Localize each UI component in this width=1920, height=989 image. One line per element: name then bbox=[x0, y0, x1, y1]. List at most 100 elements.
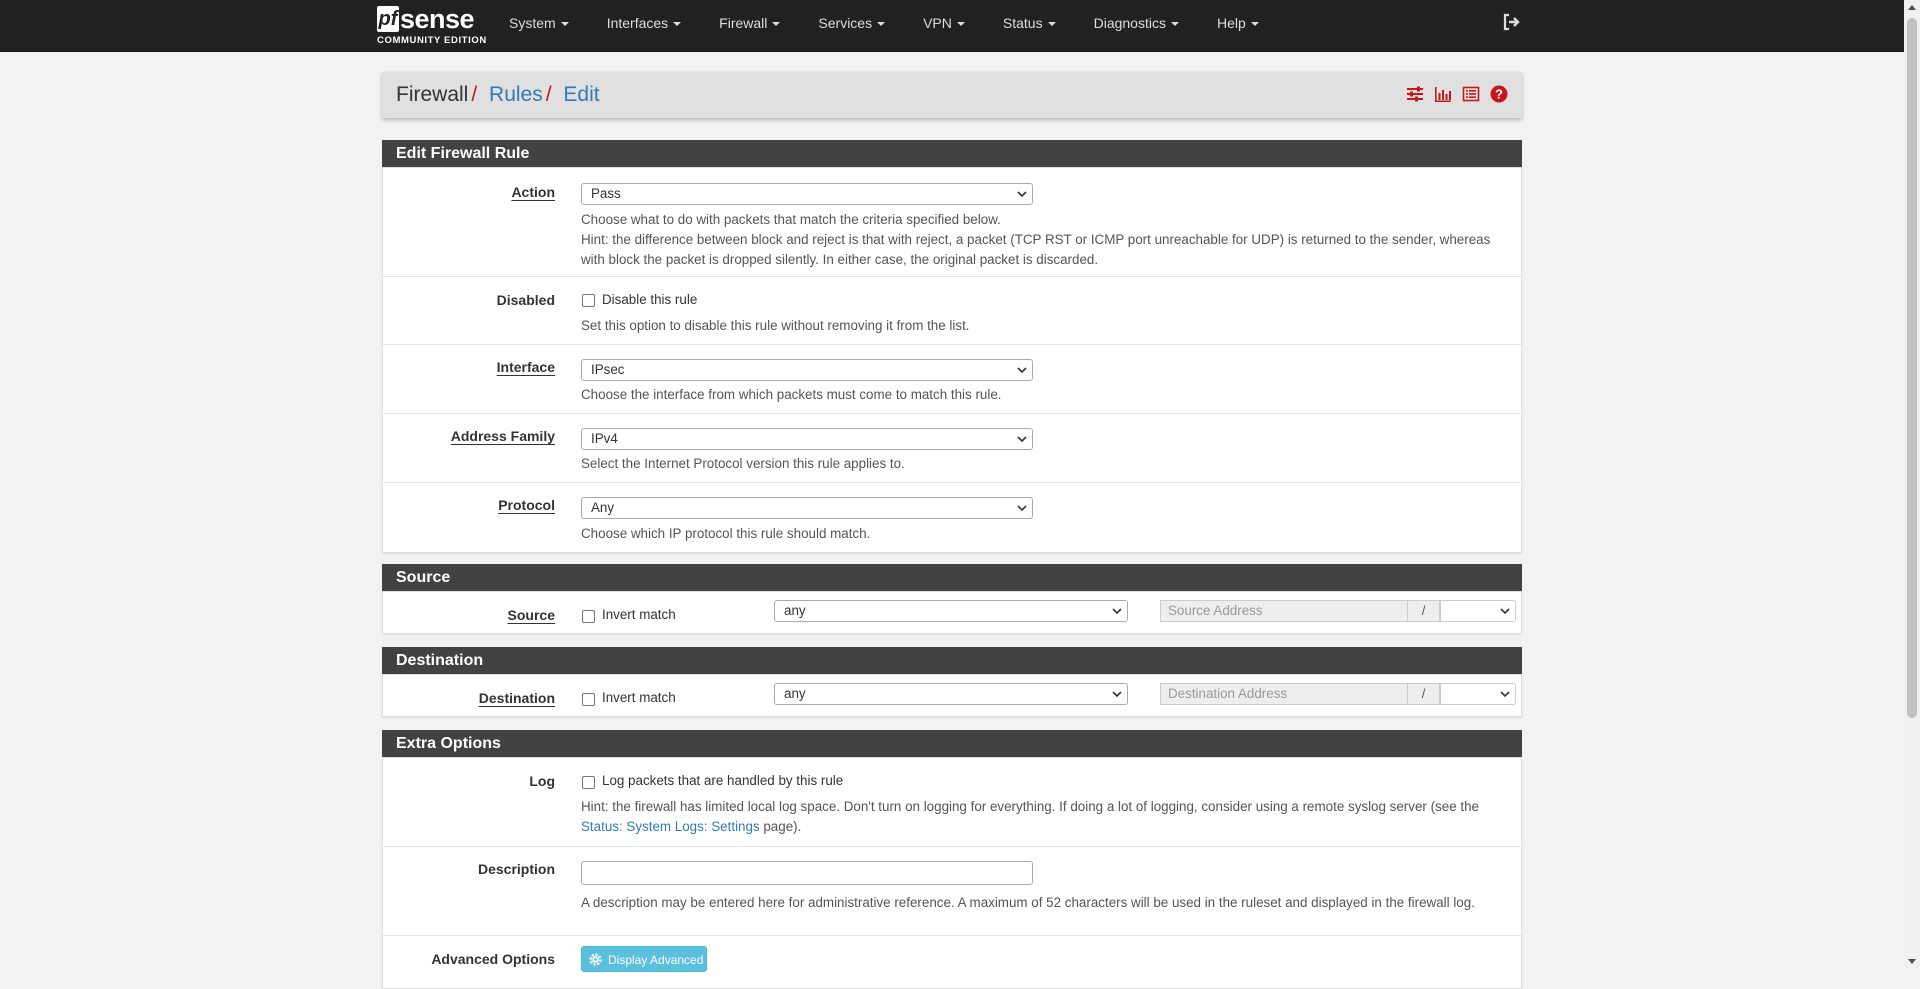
interface-label: Interface bbox=[496, 359, 555, 375]
help-icon[interactable]: ? bbox=[1490, 85, 1508, 103]
svg-text:?: ? bbox=[1495, 87, 1503, 102]
main-menu: System Interfaces Firewall Services VPN … bbox=[490, 0, 1278, 46]
address-family-select[interactable]: IPv4 bbox=[581, 428, 1033, 450]
caret-down-icon bbox=[560, 22, 569, 27]
protocol-row: Protocol Any Choose which IP protocol th… bbox=[383, 483, 1521, 552]
interface-row: Interface IPsec Choose the interface fro… bbox=[383, 345, 1521, 414]
menu-status-label: Status bbox=[1002, 15, 1043, 31]
menu-interfaces-label: Interfaces bbox=[606, 15, 669, 31]
description-input[interactable] bbox=[581, 861, 1033, 885]
system-logs-settings-link[interactable]: Status: System Logs: Settings bbox=[581, 819, 760, 834]
vertical-scrollbar[interactable] bbox=[1904, 0, 1920, 969]
menu-help[interactable]: Help bbox=[1198, 0, 1278, 46]
source-invert-checkbox[interactable] bbox=[582, 610, 595, 623]
action-hint: Hint: the difference between block and r… bbox=[581, 232, 1491, 267]
caret-down-icon bbox=[877, 22, 886, 27]
breadcrumb-separator: / bbox=[471, 83, 478, 106]
log-help-text: Hint: the firewall has limited local log… bbox=[581, 799, 1479, 814]
edit-rule-heading: Edit Firewall Rule bbox=[382, 140, 1522, 167]
menu-firewall-label: Firewall bbox=[719, 15, 768, 31]
destination-type-select[interactable]: any bbox=[774, 683, 1128, 705]
destination-address-input[interactable]: Destination Address bbox=[1160, 683, 1408, 705]
chevron-down-icon bbox=[1017, 436, 1027, 443]
scroll-down-arrow-icon[interactable] bbox=[1908, 959, 1916, 964]
pfsense-logo[interactable]: pf sense COMMUNITY EDITION bbox=[377, 4, 487, 48]
menu-system-label: System bbox=[509, 15, 556, 31]
destination-label: Destination bbox=[478, 690, 555, 706]
menu-interfaces[interactable]: Interfaces bbox=[588, 0, 700, 46]
protocol-label: Protocol bbox=[498, 497, 555, 513]
display-advanced-button[interactable]: Display Advanced bbox=[581, 946, 707, 972]
destination-type-value: any bbox=[784, 686, 806, 701]
display-advanced-label: Display Advanced bbox=[608, 953, 704, 967]
logo-sense-text: sense bbox=[400, 4, 475, 34]
source-address-input[interactable]: Source Address bbox=[1160, 600, 1408, 622]
menu-firewall[interactable]: Firewall bbox=[700, 0, 799, 46]
chevron-down-icon bbox=[1017, 505, 1027, 512]
chevron-down-icon bbox=[1017, 191, 1027, 198]
destination-invert-checkbox[interactable] bbox=[582, 693, 595, 706]
log-help-text-end: page). bbox=[759, 819, 802, 834]
menu-vpn[interactable]: VPN bbox=[904, 0, 984, 46]
address-family-select-value: IPv4 bbox=[591, 431, 618, 446]
log-checkbox-label[interactable]: Log packets that are handled by this rul… bbox=[602, 773, 843, 789]
menu-system[interactable]: System bbox=[490, 0, 588, 46]
destination-slash: / bbox=[1408, 683, 1440, 705]
sign-out-icon[interactable] bbox=[1502, 13, 1522, 33]
disabled-label: Disabled bbox=[496, 292, 555, 308]
disabled-help: Set this option to disable this rule wit… bbox=[581, 318, 970, 333]
interface-select-value: IPsec bbox=[591, 362, 625, 377]
source-heading: Source bbox=[382, 564, 1522, 591]
source-mask-select[interactable] bbox=[1440, 600, 1516, 622]
chevron-down-icon bbox=[1500, 608, 1510, 615]
log-checkbox[interactable] bbox=[582, 776, 595, 789]
disable-rule-checkbox-label[interactable]: Disable this rule bbox=[602, 292, 697, 308]
caret-down-icon bbox=[1047, 22, 1056, 27]
disable-rule-checkbox[interactable] bbox=[582, 294, 595, 307]
source-slash: / bbox=[1408, 600, 1440, 622]
breadcrumb: Firewall / Rules / Edit ? bbox=[382, 72, 1522, 118]
menu-diagnostics-label: Diagnostics bbox=[1093, 15, 1166, 31]
menu-diagnostics[interactable]: Diagnostics bbox=[1075, 0, 1198, 46]
chevron-down-icon bbox=[1112, 608, 1122, 615]
protocol-select-value: Any bbox=[591, 500, 615, 515]
action-help: Choose what to do with packets that matc… bbox=[581, 212, 1001, 227]
description-help: A description may be entered here for ad… bbox=[581, 895, 1475, 910]
destination-heading: Destination bbox=[382, 647, 1522, 674]
interface-select[interactable]: IPsec bbox=[581, 359, 1033, 381]
gear-icon bbox=[589, 953, 602, 966]
caret-down-icon bbox=[1170, 22, 1179, 27]
destination-mask-select[interactable] bbox=[1440, 683, 1516, 705]
action-row: Action Pass Choose what to do with packe… bbox=[383, 168, 1521, 277]
advanced-options-label: Advanced Options bbox=[431, 951, 555, 967]
bar-chart-icon[interactable] bbox=[1434, 85, 1452, 103]
breadcrumb-rules[interactable]: Rules bbox=[489, 83, 543, 106]
list-icon[interactable] bbox=[1462, 85, 1480, 103]
protocol-help: Choose which IP protocol this rule shoul… bbox=[581, 526, 871, 541]
menu-services-label: Services bbox=[818, 15, 873, 31]
action-select[interactable]: Pass bbox=[581, 183, 1033, 205]
scroll-up-arrow-icon[interactable] bbox=[1908, 5, 1916, 10]
menu-help-label: Help bbox=[1216, 15, 1246, 31]
destination-invert-label[interactable]: Invert match bbox=[602, 690, 676, 706]
advanced-options-row: Advanced Options Display Advanced bbox=[383, 936, 1521, 988]
log-help: Hint: the firewall has limited local log… bbox=[581, 797, 1501, 837]
sliders-icon[interactable] bbox=[1406, 85, 1424, 103]
menu-status[interactable]: Status bbox=[984, 0, 1075, 46]
source-type-value: any bbox=[784, 603, 806, 618]
source-invert-label[interactable]: Invert match bbox=[602, 607, 676, 623]
logo-edition-text: COMMUNITY EDITION bbox=[377, 35, 487, 46]
chevron-down-icon bbox=[1500, 691, 1510, 698]
protocol-select[interactable]: Any bbox=[581, 497, 1033, 519]
extra-options-heading: Extra Options bbox=[382, 730, 1522, 757]
source-label: Source bbox=[507, 607, 555, 623]
caret-down-icon bbox=[673, 22, 682, 27]
interface-help: Choose the interface from which packets … bbox=[581, 387, 1002, 402]
menu-services[interactable]: Services bbox=[799, 0, 904, 46]
log-row: Log Log packets that are handled by this… bbox=[383, 758, 1521, 847]
edit-rule-panel: Action Pass Choose what to do with packe… bbox=[382, 167, 1522, 553]
source-type-select[interactable]: any bbox=[774, 600, 1128, 622]
action-select-value: Pass bbox=[591, 186, 621, 201]
breadcrumb-edit[interactable]: Edit bbox=[563, 83, 599, 106]
scrollbar-thumb[interactable] bbox=[1907, 18, 1917, 718]
